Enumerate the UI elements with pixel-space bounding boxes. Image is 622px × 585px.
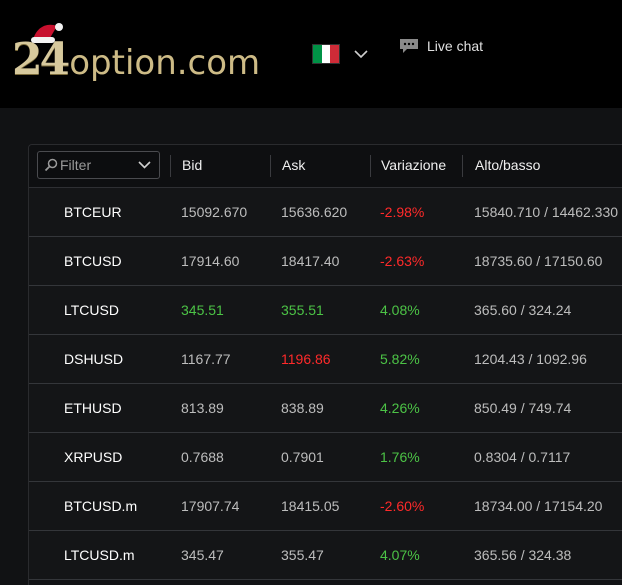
ask-cell: 15636.620 <box>281 204 348 220</box>
symbol-cell: BTCEUR <box>64 204 122 220</box>
symbol-cell: LTCUSD.m <box>64 547 135 563</box>
high-low-cell: 18735.60 / 17150.60 <box>474 253 603 269</box>
table-row[interactable]: DSHUSD 1167.77 1196.86 5.82% 1204.43 / 1… <box>29 335 622 384</box>
change-cell: 4.08% <box>380 302 420 318</box>
language-selector[interactable] <box>312 44 368 64</box>
symbol-cell: XRPUSD <box>64 449 123 465</box>
filter-dropdown[interactable] <box>37 151 160 179</box>
ask-cell: 18415.05 <box>281 498 340 514</box>
ask-cell: 355.51 <box>281 302 324 318</box>
bid-cell: 813.89 <box>181 400 224 416</box>
symbol-cell: BTCUSD.m <box>64 498 138 514</box>
live-chat-link[interactable]: Live chat <box>399 38 483 54</box>
column-divider <box>370 155 371 177</box>
change-cell: -2.60% <box>380 498 425 514</box>
chevron-down-icon[interactable] <box>138 161 151 169</box>
high-low-cell: 1204.43 / 1092.96 <box>474 351 587 367</box>
high-low-cell: 15840.710 / 14462.330 <box>474 204 619 220</box>
bid-cell: 1167.77 <box>181 351 231 367</box>
bid-cell: 17914.60 <box>181 253 240 269</box>
ask-cell: 838.89 <box>281 400 324 416</box>
it-flag-icon <box>312 44 340 64</box>
column-header-bid[interactable]: Bid <box>182 157 202 173</box>
high-low-cell: 850.49 / 749.74 <box>474 400 572 416</box>
table-row[interactable]: LTCUSD 345.51 355.51 4.08% 365.60 / 324.… <box>29 286 622 335</box>
column-header-ask[interactable]: Ask <box>282 157 305 173</box>
top-header: 24 option.com Live chat <box>0 0 622 108</box>
change-cell: -2.63% <box>380 253 425 269</box>
live-chat-label: Live chat <box>427 38 484 54</box>
logo-number: 24 <box>12 34 70 85</box>
symbol-cell: LTCUSD <box>64 302 119 318</box>
site-logo[interactable]: 24 option.com <box>12 22 264 82</box>
column-header-change[interactable]: Variazione <box>381 157 446 173</box>
table-row[interactable]: XRPUSD 0.7688 0.7901 1.76% 0.8304 / 0.71… <box>29 433 622 482</box>
symbol-cell: BTCUSD <box>64 253 122 269</box>
table-row[interactable]: BTCUSD 17914.60 18417.40 -2.63% 18735.60… <box>29 237 622 286</box>
symbol-cell: ETHUSD <box>64 400 122 416</box>
high-low-cell: 0.8304 / 0.7117 <box>474 449 571 465</box>
chevron-down-icon <box>354 49 368 58</box>
logo-wordmark: option.com <box>69 43 261 83</box>
filter-input[interactable] <box>58 157 132 173</box>
column-divider <box>270 155 271 177</box>
table-row[interactable]: LTCUSD.m 345.47 355.47 4.07% 365.56 / 32… <box>29 531 622 580</box>
table-body: BTCEUR 15092.670 15636.620 -2.98% 15840.… <box>29 188 622 580</box>
chat-bubble-icon <box>400 39 418 53</box>
high-low-cell: 365.60 / 324.24 <box>474 302 572 318</box>
change-cell: 1.76% <box>380 449 420 465</box>
column-divider <box>462 155 463 177</box>
ask-cell: 0.7901 <box>281 449 324 465</box>
bid-cell: 17907.74 <box>181 498 240 514</box>
ask-cell: 18417.40 <box>281 253 340 269</box>
high-low-cell: 18734.00 / 17154.20 <box>474 498 603 514</box>
bid-cell: 0.7688 <box>181 449 224 465</box>
symbol-cell: DSHUSD <box>64 351 124 367</box>
ask-cell: 355.47 <box>281 547 324 563</box>
table-row[interactable]: BTCEUR 15092.670 15636.620 -2.98% 15840.… <box>29 188 622 237</box>
table-header: Bid Ask Variazione Alto/basso <box>29 145 622 188</box>
search-icon <box>44 158 58 172</box>
quotes-table: Bid Ask Variazione Alto/basso BTCEUR 150… <box>28 144 622 585</box>
ask-cell: 1196.86 <box>281 351 331 367</box>
table-row[interactable]: BTCUSD.m 17907.74 18415.05 -2.60% 18734.… <box>29 482 622 531</box>
bid-cell: 345.47 <box>181 547 224 563</box>
change-cell: 4.07% <box>380 547 420 563</box>
column-divider <box>170 155 171 177</box>
high-low-cell: 365.56 / 324.38 <box>474 547 572 563</box>
table-row[interactable]: ETHUSD 813.89 838.89 4.26% 850.49 / 749.… <box>29 384 622 433</box>
change-cell: 4.26% <box>380 400 420 416</box>
change-cell: 5.82% <box>380 351 420 367</box>
column-header-high-low[interactable]: Alto/basso <box>475 157 540 173</box>
bid-cell: 345.51 <box>181 302 224 318</box>
change-cell: -2.98% <box>380 204 425 220</box>
bid-cell: 15092.670 <box>181 204 248 220</box>
